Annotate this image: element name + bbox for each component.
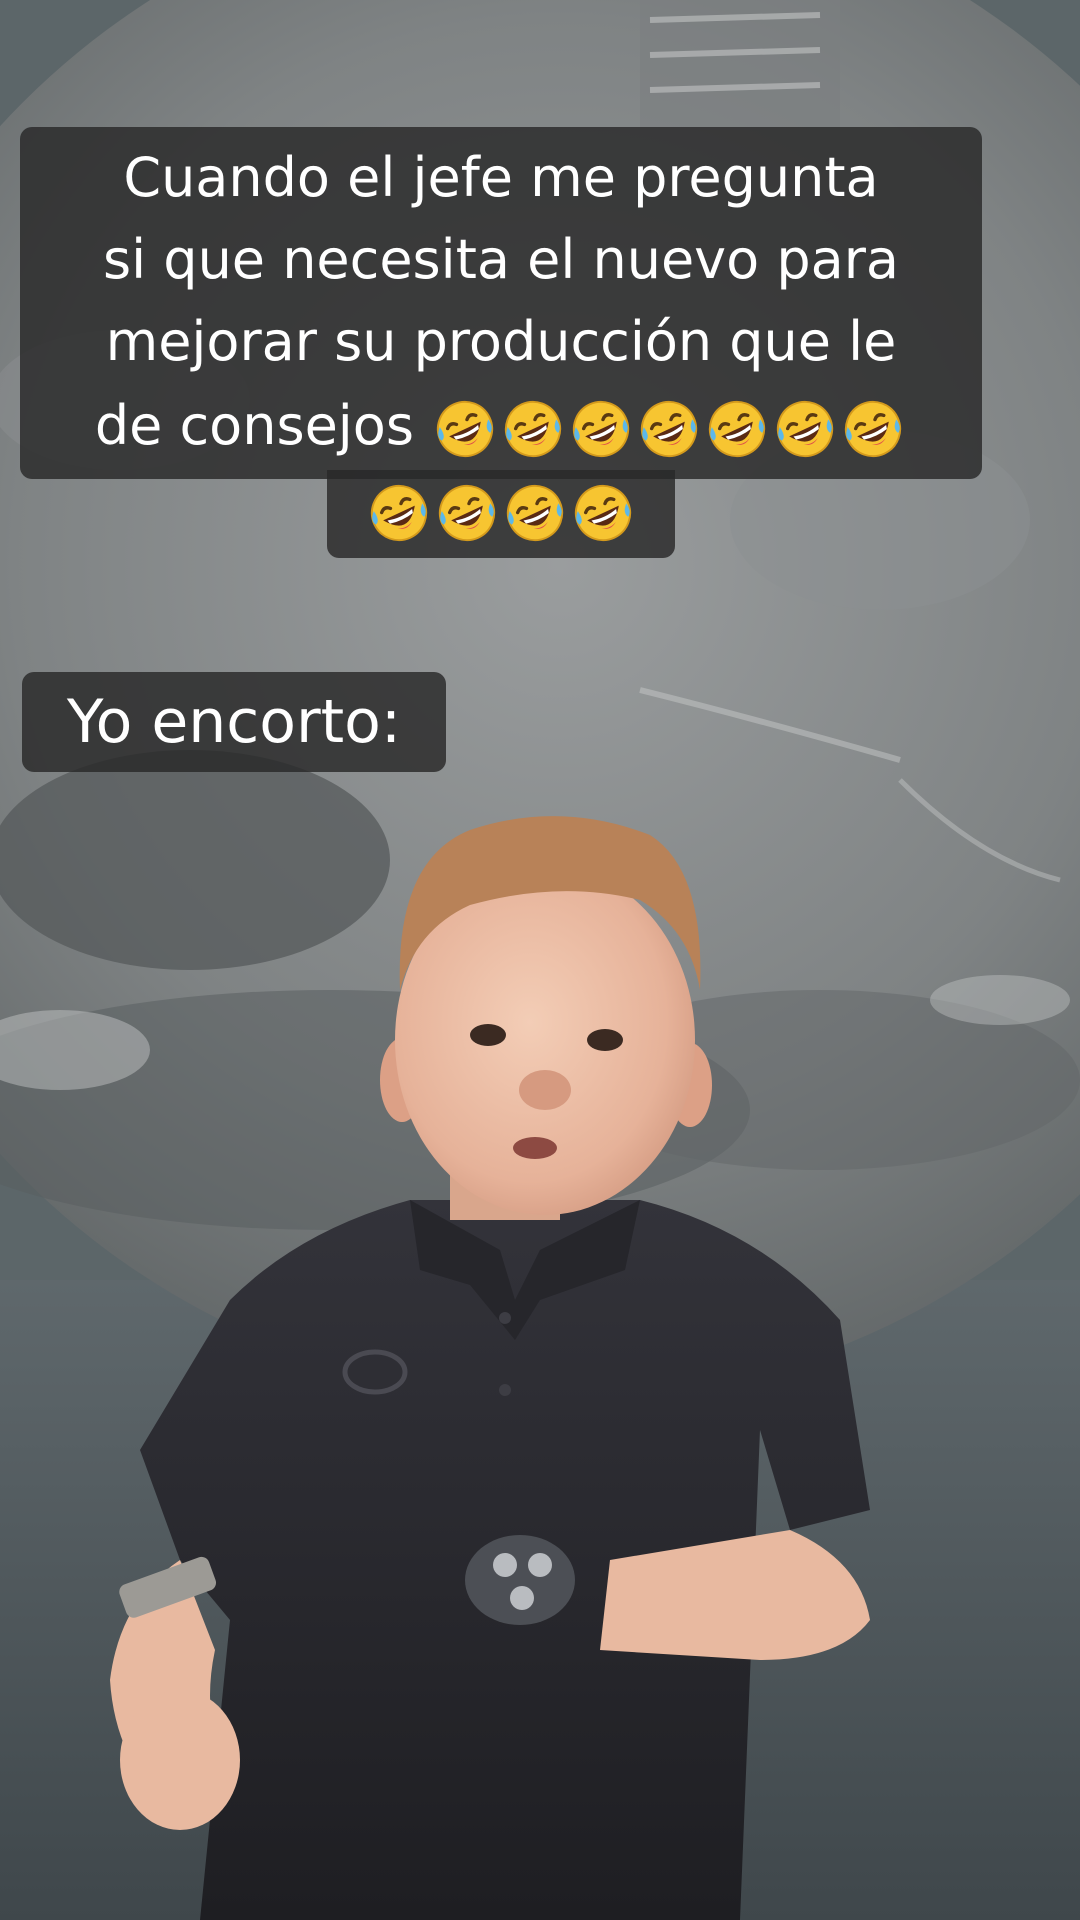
rolling-laughing-emoji-icon xyxy=(437,401,494,458)
caption-top-line-4-text: de consejos xyxy=(94,394,414,457)
caption-top-line-4: de consejos xyxy=(20,385,982,467)
caption-top-line-5 xyxy=(20,465,982,555)
caption-second: Yo encorto: xyxy=(66,687,402,757)
rolling-laughing-emoji-icon xyxy=(438,485,496,542)
rolling-laughing-emoji-icon xyxy=(573,401,630,458)
emoji-row-2 xyxy=(365,478,637,542)
rolling-laughing-emoji-icon xyxy=(709,401,766,458)
caption-top-line-3: mejorar su producción que le xyxy=(105,310,897,373)
rolling-laughing-emoji-icon xyxy=(505,401,562,458)
rolling-laughing-emoji-icon xyxy=(777,401,834,458)
caption-top: Cuando el jefe me pregunta si que necesi… xyxy=(20,127,982,558)
emoji-row-1 xyxy=(431,394,907,458)
caption-top-line-1: Cuando el jefe me pregunta xyxy=(123,146,879,209)
rolling-laughing-emoji-icon xyxy=(641,401,698,458)
rolling-laughing-emoji-icon xyxy=(506,485,564,542)
rolling-laughing-emoji-icon xyxy=(845,401,902,458)
caption-top-line-2: si que necesita el nuevo para xyxy=(103,228,899,291)
rolling-laughing-emoji-icon xyxy=(574,485,632,542)
video-frame: Cuando el jefe me pregunta si que necesi… xyxy=(0,0,1080,1920)
rolling-laughing-emoji-icon xyxy=(370,485,428,542)
